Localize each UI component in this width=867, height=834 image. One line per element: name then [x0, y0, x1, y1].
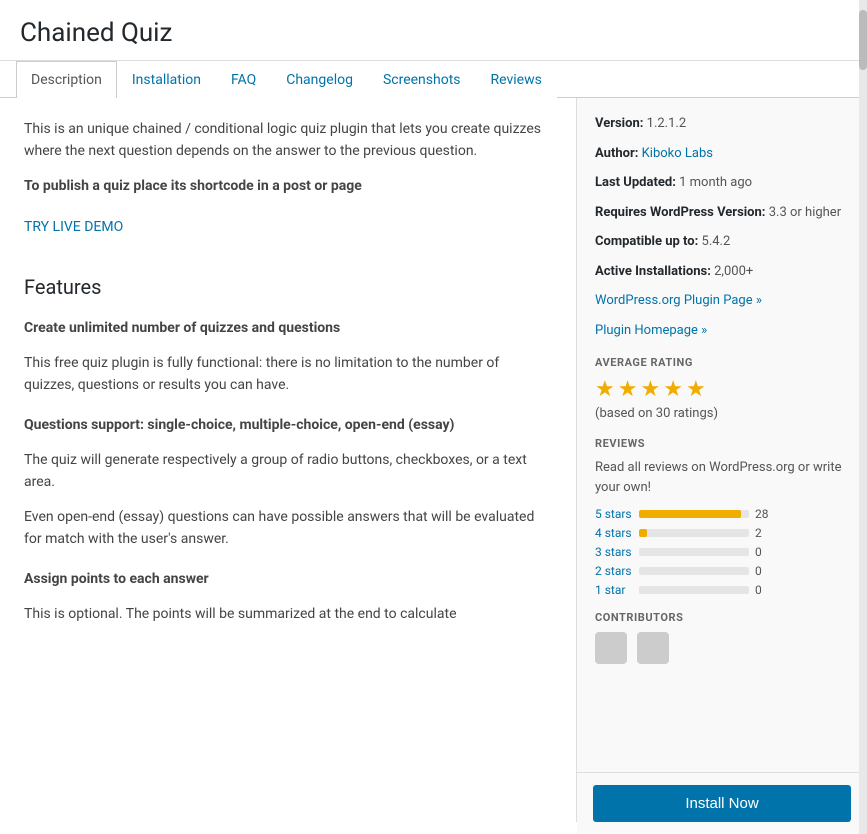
reviews-text: Read all reviews on WordPress.org or wri… — [595, 458, 849, 497]
stars-row: ★ ★ ★ ★ ★ — [595, 377, 849, 402]
plugin-header: Chained Quiz — [0, 0, 867, 61]
rating-bar-row-1: 4 stars 2 — [595, 526, 849, 540]
plugin-title: Chained Quiz — [20, 18, 847, 48]
content-area: This is an unique chained / conditional … — [0, 98, 867, 822]
bar-fill-0 — [639, 510, 741, 518]
wp-plugin-page-row: WordPress.org Plugin Page » — [595, 291, 849, 311]
scrollbar-track — [859, 0, 867, 834]
active-installations-row: Active Installations: 2,000+ — [595, 262, 849, 282]
star-5: ★ — [686, 377, 706, 402]
bar-count-2: 0 — [755, 545, 771, 559]
version-label: Version: — [595, 116, 643, 131]
active-installations-label: Active Installations: — [595, 264, 711, 279]
tab-installation[interactable]: Installation — [117, 61, 216, 98]
tab-reviews[interactable]: Reviews — [476, 61, 557, 98]
version-value: 1.2.1.2 — [647, 116, 687, 131]
plugin-homepage-row: Plugin Homepage » — [595, 321, 849, 341]
wp-plugin-page-link[interactable]: WordPress.org Plugin Page » — [595, 293, 762, 308]
tab-description[interactable]: Description — [16, 61, 117, 98]
rating-bar-row-2: 3 stars 0 — [595, 545, 849, 559]
feature-body2-1: Even open-end (essay) questions can have… — [24, 506, 552, 551]
bar-track-4 — [639, 586, 749, 594]
bar-label-2[interactable]: 3 stars — [595, 545, 633, 559]
bar-label-0[interactable]: 5 stars — [595, 507, 633, 521]
bar-label-3[interactable]: 2 stars — [595, 564, 633, 578]
feature-title-0: Create unlimited number of quizzes and q… — [24, 317, 552, 339]
compatible-value: 5.4.2 — [702, 234, 731, 249]
bar-track-3 — [639, 567, 749, 575]
feature-body-2: This is optional. The points will be sum… — [24, 603, 552, 625]
author-label: Author: — [595, 146, 638, 161]
bar-count-4: 0 — [755, 583, 771, 597]
compatible-row: Compatible up to: 5.4.2 — [595, 232, 849, 252]
rating-count: (based on 30 ratings) — [595, 406, 849, 421]
version-row: Version: 1.2.1.2 — [595, 114, 849, 134]
bar-fill-1 — [639, 529, 647, 537]
last-updated-row: Last Updated: 1 month ago — [595, 173, 849, 193]
contributor-avatar-1 — [595, 632, 627, 664]
rating-bar-row-3: 2 stars 0 — [595, 564, 849, 578]
install-button-bar: Install Now — [577, 772, 867, 834]
sidebar: Version: 1.2.1.2 Author: Kiboko Labs Las… — [577, 98, 867, 822]
feature-title-2: Assign points to each answer — [24, 568, 552, 590]
star-2: ★ — [618, 377, 638, 402]
intro-text: This is an unique chained / conditional … — [24, 118, 552, 163]
active-installations-value: 2,000+ — [714, 264, 753, 279]
star-1: ★ — [595, 377, 615, 402]
avg-rating-label: AVERAGE RATING — [595, 356, 849, 369]
demo-link[interactable]: TRY LIVE DEMO — [24, 219, 123, 235]
requires-label: Requires WordPress Version: — [595, 205, 765, 220]
star-4: ★ — [663, 377, 683, 402]
plugin-homepage-link[interactable]: Plugin Homepage » — [595, 323, 707, 338]
compatible-label: Compatible up to: — [595, 234, 698, 249]
rating-bars: 5 stars 28 4 stars 2 3 stars 0 2 stars 0 1 star 0 — [595, 507, 849, 597]
last-updated-value: 1 month ago — [679, 175, 752, 190]
page-wrapper: Chained Quiz Description Installation FA… — [0, 0, 867, 834]
install-now-button[interactable]: Install Now — [593, 785, 851, 822]
main-content: This is an unique chained / conditional … — [0, 98, 577, 822]
feature-title-1: Questions support: single-choice, multip… — [24, 414, 552, 436]
contributors-row — [595, 632, 849, 664]
requires-row: Requires WordPress Version: 3.3 or highe… — [595, 203, 849, 223]
last-updated-label: Last Updated: — [595, 175, 676, 190]
contributors-label: CONTRIBUTORS — [595, 611, 849, 624]
tabs-bar: Description Installation FAQ Changelog S… — [0, 61, 867, 98]
tab-faq[interactable]: FAQ — [216, 61, 271, 98]
author-row: Author: Kiboko Labs — [595, 144, 849, 164]
features-heading: Features — [24, 275, 552, 299]
contributor-avatar-2 — [637, 632, 669, 664]
feature-body1-1: The quiz will generate respectively a gr… — [24, 449, 552, 494]
feature-body-0: This free quiz plugin is fully functiona… — [24, 352, 552, 397]
requires-value: 3.3 or higher — [769, 205, 841, 220]
bar-track-1 — [639, 529, 749, 537]
bar-count-1: 2 — [755, 526, 771, 540]
scrollbar-thumb[interactable] — [859, 10, 867, 70]
star-3: ★ — [640, 377, 660, 402]
tab-screenshots[interactable]: Screenshots — [368, 61, 476, 98]
rating-bar-row-4: 1 star 0 — [595, 583, 849, 597]
bar-label-1[interactable]: 4 stars — [595, 526, 633, 540]
bar-track-0 — [639, 510, 749, 518]
bar-label-4[interactable]: 1 star — [595, 583, 633, 597]
bar-count-3: 0 — [755, 564, 771, 578]
tab-changelog[interactable]: Changelog — [271, 61, 368, 98]
author-link[interactable]: Kiboko Labs — [642, 146, 713, 161]
bar-track-2 — [639, 548, 749, 556]
reviews-label: REVIEWS — [595, 437, 849, 450]
bar-count-0: 28 — [755, 507, 771, 521]
shortcode-notice: To publish a quiz place its shortcode in… — [24, 175, 552, 197]
rating-bar-row-0: 5 stars 28 — [595, 507, 849, 521]
